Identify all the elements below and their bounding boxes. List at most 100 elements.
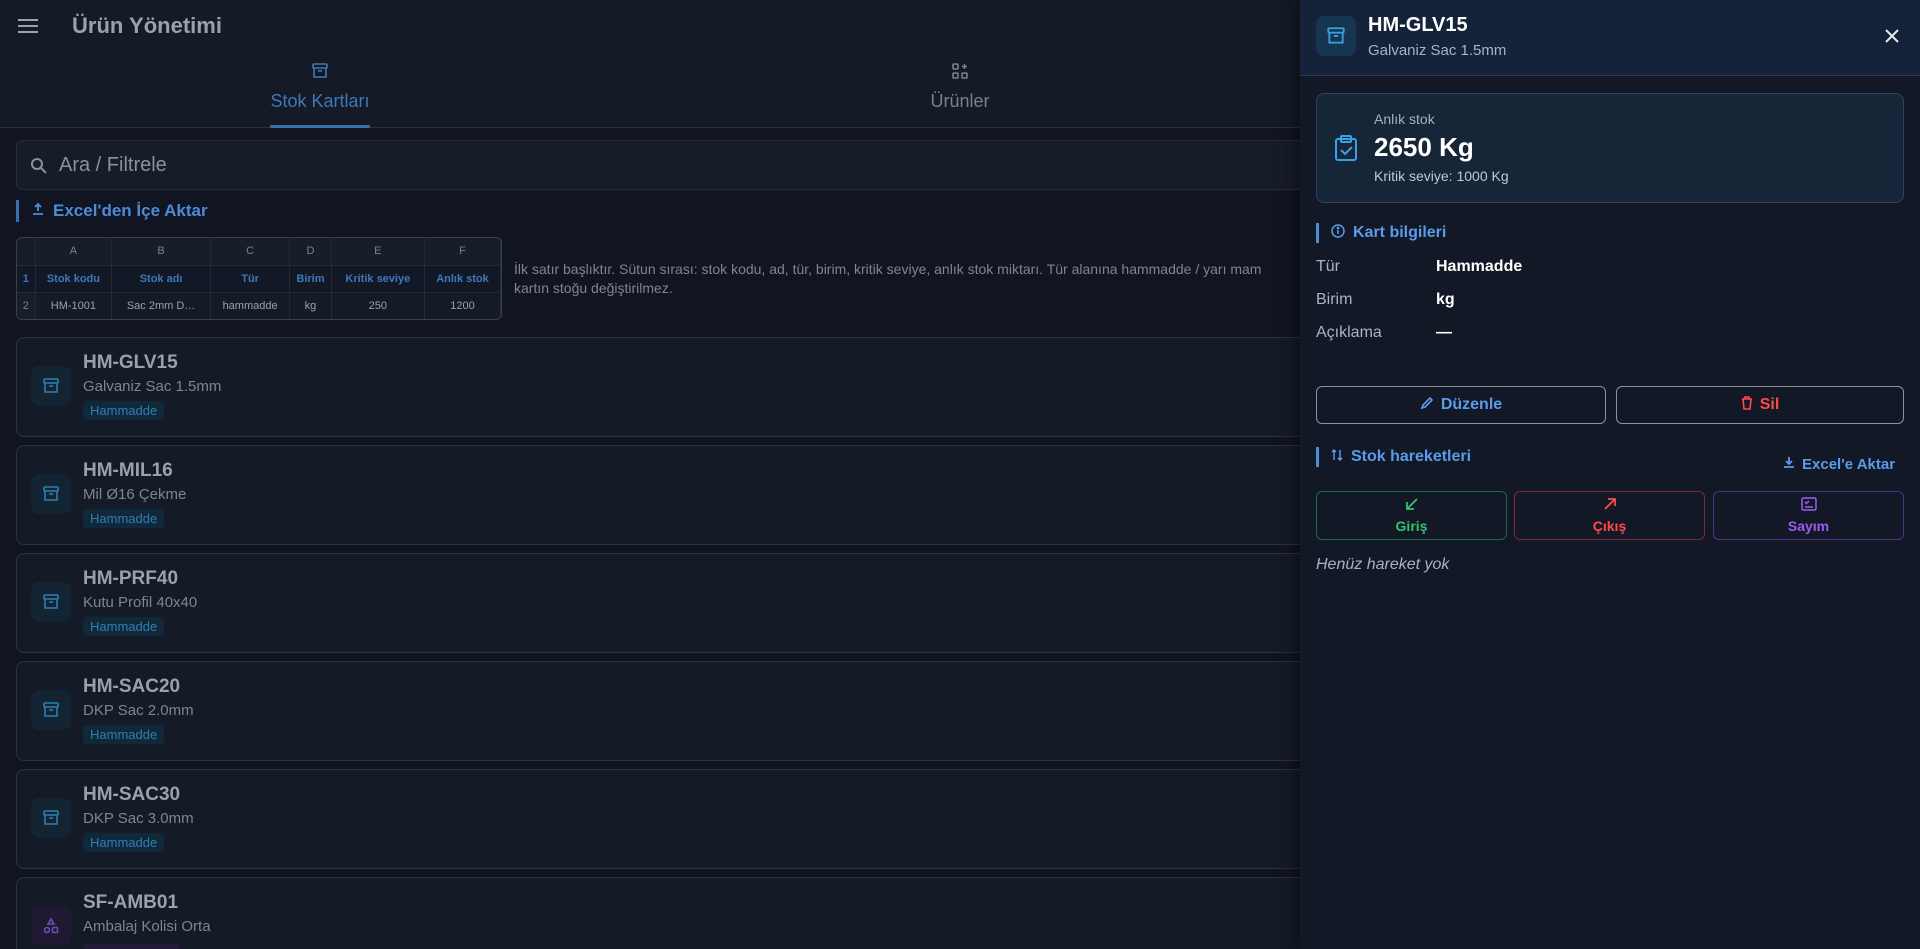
info-icon: [1331, 223, 1353, 243]
stock-code: HM-MIL16: [83, 460, 173, 481]
example-cell: 1200: [424, 292, 501, 319]
type-badge: [83, 944, 179, 949]
drawer-stock-name: Galvaniz Sac 1.5mm: [1368, 42, 1507, 59]
excel-import-button[interactable]: Excel'den İçe Aktar: [16, 200, 208, 222]
search-input[interactable]: [59, 149, 1259, 181]
column-letter: F: [424, 238, 501, 266]
column-letter: B: [111, 238, 211, 266]
hamburger-menu-icon[interactable]: [14, 12, 42, 40]
card-info-section-title: Kart bilgileri: [1316, 223, 1446, 243]
critical-level-text: Kritik seviye: 1000 Kg: [1374, 168, 1509, 184]
tab-label: Ürünler: [930, 91, 990, 111]
column-letters-row: A B C D E F: [17, 238, 501, 266]
example-cell: 250: [331, 292, 425, 319]
grid-plus-icon: [951, 62, 969, 85]
current-stock-value: 2650 Kg: [1374, 132, 1474, 162]
delete-button[interactable]: Sil: [1616, 386, 1904, 424]
stock-code: HM-PRF40: [83, 568, 179, 589]
shapes-icon: [31, 906, 71, 946]
example-cell: hammadde: [210, 292, 291, 319]
header-cell: Anlık stok: [424, 265, 501, 293]
excel-export-button[interactable]: Excel'e Aktar: [1782, 454, 1895, 474]
no-movements-text: Henüz hareket yok: [1316, 556, 1450, 573]
inventory-count-icon: [1800, 497, 1817, 518]
pencil-icon: [1420, 396, 1441, 415]
stock-name: DKP Sac 3.0mm: [83, 810, 194, 827]
app-topbar: Ürün Yönetimi: [0, 0, 1300, 52]
search-icon: [29, 156, 49, 176]
current-stock-label: Anlık stok: [1374, 111, 1435, 127]
type-badge: Hammadde: [83, 833, 165, 852]
archive-box-icon: [31, 582, 71, 622]
stock-name: Kutu Profil 40x40: [83, 594, 198, 611]
current-stock-panel: Anlık stok 2650 Kg Kritik seviye: 1000 K…: [1316, 93, 1904, 203]
example-row: 2 HM-1001 Sac 2mm D… hammadde kg 250 120…: [17, 292, 501, 319]
stock-card[interactable]: SF-AMB01 Ambalaj Kolisi Orta: [16, 877, 1306, 949]
type-badge: Hammadde: [83, 617, 165, 636]
info-value: —: [1436, 324, 1452, 341]
header-cell: Birim: [289, 265, 332, 293]
arrow-up-right-icon: [1603, 497, 1617, 518]
stock-card[interactable]: HM-SAC20 DKP Sac 2.0mm Hammadde: [16, 661, 1306, 761]
column-letter: A: [35, 238, 113, 266]
tab-products[interactable]: Ürünler: [910, 62, 1010, 128]
column-letter: D: [289, 238, 332, 266]
header-cell: Stok kodu: [35, 265, 113, 293]
active-tab-indicator: [270, 125, 370, 128]
info-row-description: Açıklama —: [1316, 324, 1876, 348]
example-cell: HM-1001: [35, 292, 113, 319]
stock-count-button[interactable]: Sayım: [1713, 491, 1904, 540]
tab-stock-cards[interactable]: Stok Kartları: [270, 62, 370, 128]
type-badge: Hammadde: [83, 401, 165, 420]
archive-box-icon: [31, 366, 71, 406]
search-bar: [16, 140, 1306, 190]
info-key: Tür: [1316, 258, 1340, 275]
example-cell: Sac 2mm D…: [111, 292, 211, 319]
swap-arrows-icon: [1331, 448, 1351, 467]
excel-import-label: Excel'den İçe Aktar: [53, 201, 208, 220]
archive-box-icon: [311, 62, 329, 85]
stock-out-button[interactable]: Çıkış: [1514, 491, 1705, 540]
stock-name: Galvaniz Sac 1.5mm: [83, 378, 222, 395]
archive-box-icon: [31, 798, 71, 838]
type-badge: Hammadde: [83, 725, 165, 744]
tab-label: Stok Kartları: [270, 91, 370, 111]
stock-code: SF-AMB01: [83, 892, 179, 913]
header-cell: Tür: [210, 265, 291, 293]
archive-box-icon: [31, 474, 71, 514]
column-letter: E: [331, 238, 425, 266]
download-icon: [1782, 455, 1802, 473]
excel-format-example: A B C D E F 1 Stok kodu Stok adı Tür Bir…: [16, 237, 502, 320]
clipboard-check-icon: [1333, 134, 1359, 162]
stock-card[interactable]: HM-GLV15 Galvaniz Sac 1.5mm Hammadde: [16, 337, 1306, 437]
example-cell: kg: [289, 292, 332, 319]
drawer-header: HM-GLV15 Galvaniz Sac 1.5mm: [1300, 0, 1920, 76]
type-badge: Hammadde: [83, 509, 165, 528]
trash-icon: [1741, 395, 1760, 415]
row-number: 1: [17, 265, 36, 293]
stock-code: HM-GLV15: [83, 352, 178, 373]
stock-movements-section-title: Stok hareketleri: [1316, 447, 1471, 467]
edit-button[interactable]: Düzenle: [1316, 386, 1606, 424]
stock-name: Ambalaj Kolisi Orta: [83, 918, 211, 935]
row-number: 2: [17, 292, 36, 319]
upload-icon: [31, 201, 53, 221]
stock-card[interactable]: HM-MIL16 Mil Ø16 Çekme Hammadde: [16, 445, 1306, 545]
stock-in-button[interactable]: Giriş: [1316, 491, 1507, 540]
stock-code: HM-SAC30: [83, 784, 181, 805]
header-row: 1 Stok kodu Stok adı Tür Birim Kritik se…: [17, 265, 501, 293]
stock-card[interactable]: HM-PRF40 Kutu Profil 40x40 Hammadde: [16, 553, 1306, 653]
info-row-unit: Birim kg: [1316, 291, 1876, 315]
archive-box-icon: [1316, 16, 1356, 56]
tab-bar: Stok Kartları Ürünler: [0, 52, 1300, 128]
stock-card[interactable]: HM-SAC30 DKP Sac 3.0mm Hammadde: [16, 769, 1306, 869]
header-cell: Kritik seviye: [331, 265, 425, 293]
column-letter: C: [210, 238, 291, 266]
close-icon[interactable]: [1878, 22, 1906, 50]
stock-name: DKP Sac 2.0mm: [83, 702, 194, 719]
stock-detail-drawer: HM-GLV15 Galvaniz Sac 1.5mm Anlık stok 2…: [1300, 0, 1920, 949]
header-cell: Stok adı: [111, 265, 211, 293]
info-value: Hammadde: [1436, 258, 1523, 275]
info-key: Açıklama: [1316, 324, 1382, 341]
arrow-down-left-icon: [1405, 497, 1419, 518]
